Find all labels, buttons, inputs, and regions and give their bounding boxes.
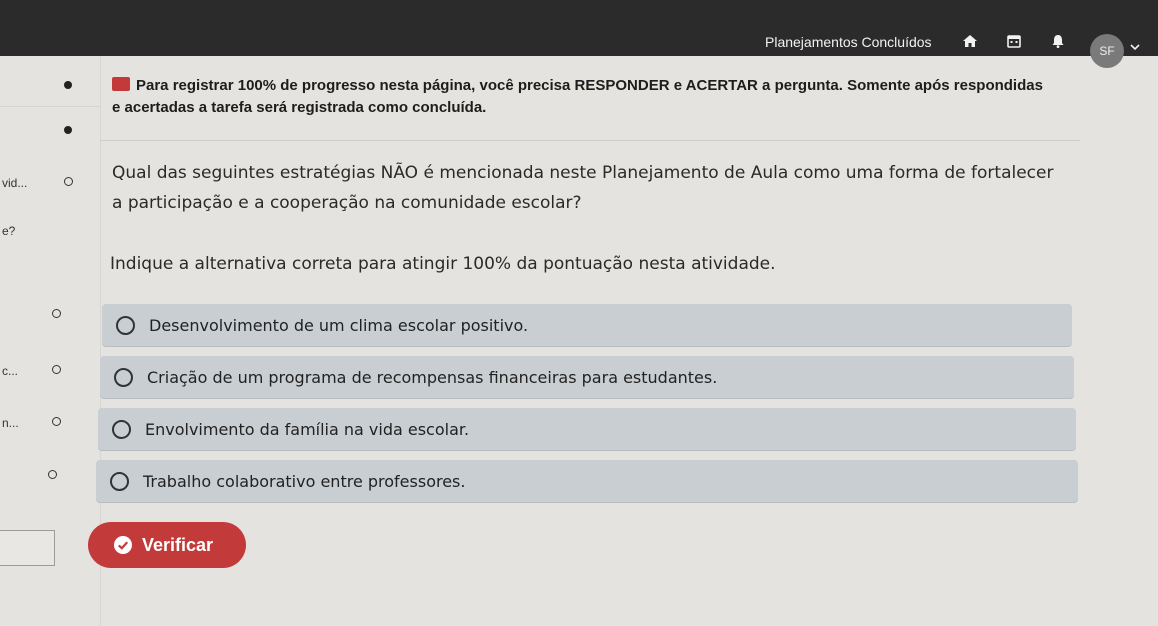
answer-option-1[interactable]: Desenvolvimento de um clima escolar posi… bbox=[102, 304, 1072, 346]
question-text: Qual das seguintes estratégias NÃO é men… bbox=[112, 163, 1054, 213]
sidebar-status-icon bbox=[52, 365, 61, 374]
sidebar-bullet-icon bbox=[64, 81, 72, 89]
question-instruction: Indique a alternativa correta para ating… bbox=[110, 254, 776, 274]
calendar-icon[interactable] bbox=[1006, 33, 1022, 49]
answer-option-label: Envolvimento da família na vida escolar. bbox=[145, 419, 470, 439]
sidebar-item-4[interactable]: n... bbox=[2, 416, 19, 430]
sidebar-status-icon bbox=[64, 177, 73, 186]
radio-button[interactable] bbox=[112, 419, 131, 439]
radio-button[interactable] bbox=[116, 315, 135, 335]
radio-button[interactable] bbox=[114, 367, 133, 387]
content-divider bbox=[100, 140, 1080, 141]
sidebar-item-1[interactable]: vid... bbox=[2, 176, 27, 190]
user-avatar[interactable]: SF bbox=[1090, 34, 1124, 68]
answer-option-4[interactable]: Trabalho colaborativo entre professores. bbox=[96, 460, 1078, 502]
chevron-down-icon[interactable] bbox=[1130, 42, 1140, 52]
top-navbar: Planejamentos Concluídos SF bbox=[0, 0, 1158, 68]
warning-icon bbox=[112, 77, 130, 91]
nav-title-link[interactable]: Planejamentos Concluídos bbox=[765, 34, 932, 50]
check-circle-icon bbox=[114, 536, 132, 554]
sidebar-status-icon bbox=[52, 309, 61, 318]
sidebar-input-box[interactable] bbox=[0, 530, 55, 566]
radio-button[interactable] bbox=[110, 471, 129, 491]
answer-option-label: Criação de um programa de recompensas fi… bbox=[147, 367, 718, 387]
sidebar-status-icon bbox=[52, 417, 61, 426]
verify-button-label: Verificar bbox=[142, 534, 214, 555]
answer-option-2[interactable]: Criação de um programa de recompensas fi… bbox=[100, 356, 1074, 398]
answer-option-label: Desenvolvimento de um clima escolar posi… bbox=[149, 315, 529, 335]
notice-text: Para registrar 100% de progresso nesta p… bbox=[112, 77, 1043, 116]
progress-notice: Para registrar 100% de progresso nesta p… bbox=[112, 75, 1052, 119]
bell-icon[interactable] bbox=[1050, 33, 1066, 49]
verify-button[interactable]: Verificar bbox=[88, 522, 246, 568]
sidebar-status-icon bbox=[48, 470, 57, 479]
sidebar-item-3[interactable]: c... bbox=[2, 364, 18, 378]
answer-option-label: Trabalho colaborativo entre professores. bbox=[143, 471, 466, 491]
sidebar-item-2[interactable]: e? bbox=[2, 224, 15, 238]
sidebar-bullet-icon bbox=[64, 126, 72, 134]
home-icon[interactable] bbox=[962, 33, 978, 49]
answer-option-3[interactable]: Envolvimento da família na vida escolar. bbox=[98, 408, 1076, 450]
sidebar-divider bbox=[0, 106, 100, 107]
